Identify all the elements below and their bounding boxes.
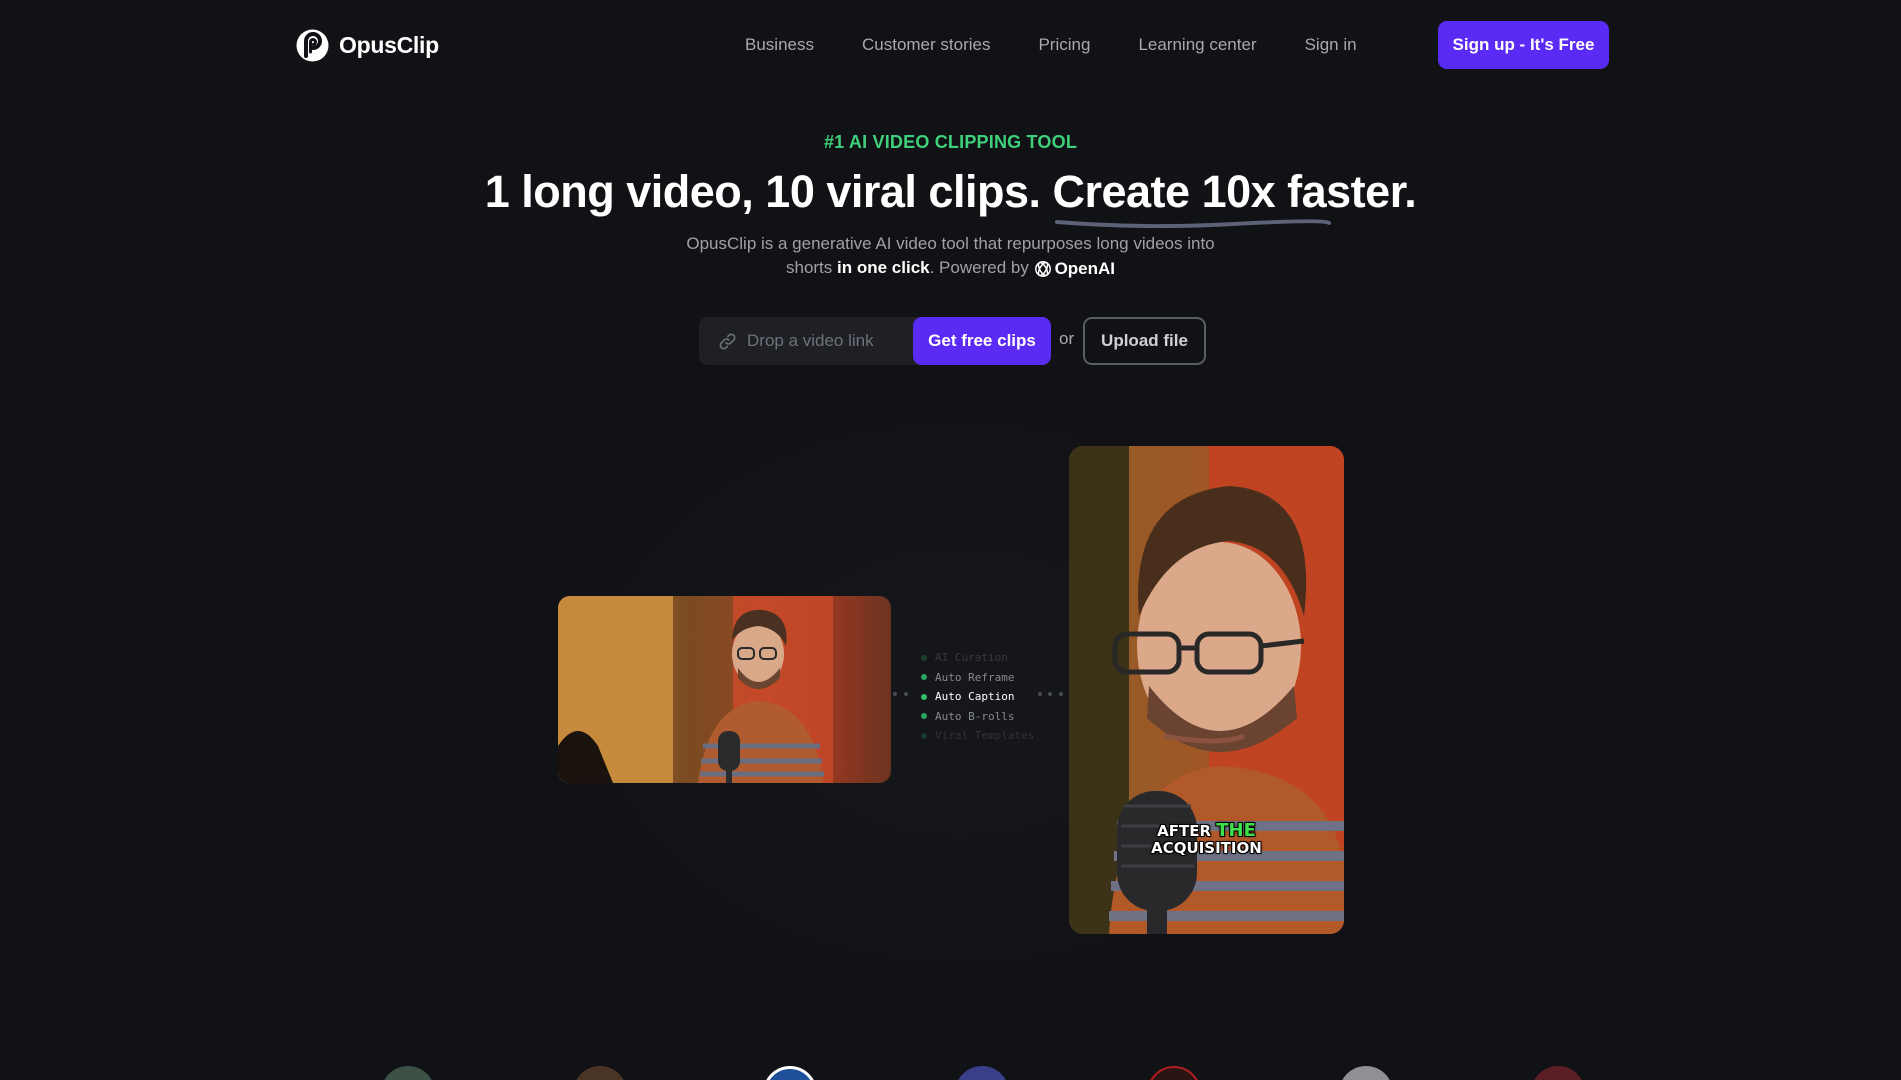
auto-caption-overlay: AFTER THE ACQUISITION xyxy=(1069,822,1344,857)
subtitle-text-c: . Powered by xyxy=(929,258,1034,277)
openai-brand: OpenAI xyxy=(1034,257,1115,281)
upload-file-button[interactable]: Upload file xyxy=(1083,317,1206,365)
feature-dot-icon xyxy=(921,674,927,681)
avatar xyxy=(381,1066,435,1080)
openai-logo-icon xyxy=(1034,260,1051,277)
feature-dot-icon xyxy=(921,732,927,739)
openai-label: OpenAI xyxy=(1054,258,1116,278)
source-video-thumbnail xyxy=(558,596,891,783)
nav-link-learning-center[interactable]: Learning center xyxy=(1138,35,1256,55)
subtitle-line-2: shorts in one click. Powered by OpenAI xyxy=(0,256,1901,281)
headline-part-1: 1 long video, 10 viral clips. xyxy=(484,166,1053,217)
creator-avatars-row xyxy=(0,1066,1901,1080)
ai-features-list: AI Curation Auto Reframe Auto Caption Au… xyxy=(921,648,1061,746)
avatar xyxy=(573,1066,627,1080)
or-separator: or xyxy=(1059,329,1075,348)
video-link-input[interactable] xyxy=(747,326,902,356)
link-icon xyxy=(719,333,736,350)
subtitle-text-b: shorts xyxy=(785,258,838,277)
get-free-clips-button[interactable]: Get free clips xyxy=(913,317,1051,365)
sign-up-button[interactable]: Sign up - It's Free xyxy=(1438,21,1609,69)
headline-underline-icon xyxy=(1055,219,1332,228)
feature-dot-icon xyxy=(921,713,927,720)
avatar xyxy=(1339,1066,1393,1080)
avatar xyxy=(1531,1066,1585,1080)
vertical-clip-preview: AFTER THE ACQUISITION xyxy=(1069,446,1344,934)
nav-link-customer-stories[interactable]: Customer stories xyxy=(862,35,990,55)
video-link-form: Get free clips xyxy=(699,317,1051,365)
caption-highlight-word: THE xyxy=(1216,820,1256,841)
feature-dot-icon xyxy=(921,654,927,661)
feature-label: AI Curation xyxy=(935,651,1008,665)
brand-name: OpusClip xyxy=(339,31,439,58)
feature-label: Viral Templates xyxy=(935,729,1035,743)
feature-item: Auto B-rolls xyxy=(921,707,1061,727)
feature-dot-icon xyxy=(921,693,927,700)
podcast-scene-portrait xyxy=(1069,446,1344,934)
nav-link-pricing[interactable]: Pricing xyxy=(1038,35,1090,55)
podcast-scene-landscape xyxy=(558,596,833,783)
feature-item: Auto Reframe xyxy=(921,668,1061,688)
caption-text-a: AFTER xyxy=(1157,822,1217,840)
hero-eyebrow: #1 AI VIDEO CLIPPING TOOL xyxy=(823,132,1078,152)
feature-item: Viral Templates xyxy=(921,726,1061,746)
feature-label: Auto Reframe xyxy=(935,670,1015,684)
feature-label: Auto Caption xyxy=(935,690,1015,704)
opusclip-logo-icon xyxy=(296,29,329,61)
avatar xyxy=(955,1066,1009,1080)
subtitle-line-1: OpusClip is a generative AI video tool t… xyxy=(686,234,1215,253)
nav-link-business[interactable]: Business xyxy=(745,35,814,55)
sign-in-link[interactable]: Sign in xyxy=(1305,35,1357,55)
brand-logo[interactable]: OpusClip xyxy=(296,28,439,62)
hero-headline: 1 long video, 10 viral clips. Create 10x… xyxy=(0,166,1901,228)
headline-part-2: Create 10x faster. xyxy=(1052,166,1417,217)
headline-accent: Create 10x faster. xyxy=(1052,166,1417,228)
feature-item: AI Curation xyxy=(921,648,1061,668)
top-nav: OpusClip Business Customer stories Prici… xyxy=(0,0,1901,90)
avatar xyxy=(1147,1066,1201,1080)
caption-line-2: ACQUISITION xyxy=(1151,839,1262,857)
caption-line-1: AFTER THE xyxy=(1069,822,1344,840)
avatar xyxy=(763,1066,817,1080)
feature-item-active: Auto Caption xyxy=(921,687,1061,707)
nav-links: Business Customer stories Pricing Learni… xyxy=(745,30,1357,60)
feature-label: Auto B-rolls xyxy=(935,709,1015,723)
subtitle-strong: in one click xyxy=(837,258,930,277)
hero-subtitle: OpusClip is a generative AI video tool t… xyxy=(0,232,1901,281)
